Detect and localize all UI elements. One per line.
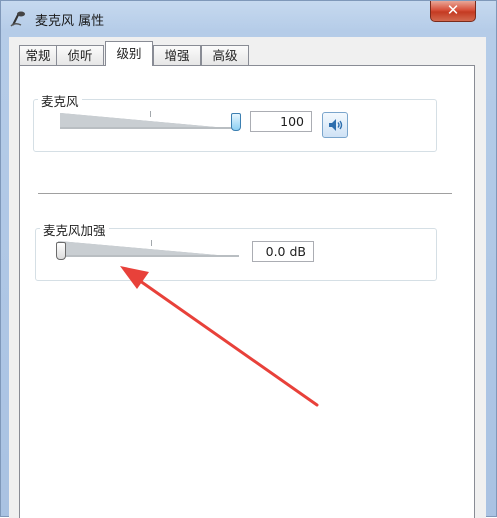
boost-slider-thumb[interactable] bbox=[56, 242, 66, 260]
boost-slider-track bbox=[58, 255, 239, 257]
boost-slider-tick bbox=[151, 240, 152, 246]
separator-line bbox=[38, 193, 452, 194]
speaker-icon bbox=[329, 119, 343, 131]
tab-general[interactable]: 常规 bbox=[19, 45, 57, 65]
client-area: 常规 侦听 级别 增强 高级 麦克风 100 麦克风加强 0.0 dB bbox=[9, 37, 486, 518]
mute-button[interactable] bbox=[322, 112, 348, 138]
boost-label: 麦克风加强 bbox=[40, 220, 109, 239]
tab-enhancements[interactable]: 增强 bbox=[153, 45, 201, 65]
microphone-slider-tick bbox=[150, 111, 151, 117]
close-button[interactable]: ✕ bbox=[430, 1, 476, 22]
microphone-slider-thumb[interactable] bbox=[231, 113, 241, 131]
microphone-slider-track bbox=[60, 127, 237, 129]
microphone-icon bbox=[10, 11, 25, 27]
window-title: 麦克风 属性 bbox=[35, 14, 105, 29]
tab-listen[interactable]: 侦听 bbox=[56, 45, 104, 65]
dialog-window: 麦克风 属性 ✕ 常规 侦听 级别 增强 高级 麦克风 100 麦克风加强 0.… bbox=[0, 0, 497, 518]
boost-level-field[interactable]: 0.0 dB bbox=[252, 241, 314, 262]
microphone-label: 麦克风 bbox=[38, 91, 82, 110]
levels-panel: 麦克风 100 麦克风加强 0.0 dB bbox=[19, 65, 475, 518]
microphone-level-field[interactable]: 100 bbox=[250, 111, 312, 132]
title-bar[interactable]: 麦克风 属性 ✕ bbox=[1, 1, 496, 37]
tab-levels[interactable]: 级别 bbox=[105, 41, 153, 66]
tab-advanced[interactable]: 高级 bbox=[201, 45, 249, 65]
tab-strip: 常规 侦听 级别 增强 高级 bbox=[19, 41, 479, 66]
